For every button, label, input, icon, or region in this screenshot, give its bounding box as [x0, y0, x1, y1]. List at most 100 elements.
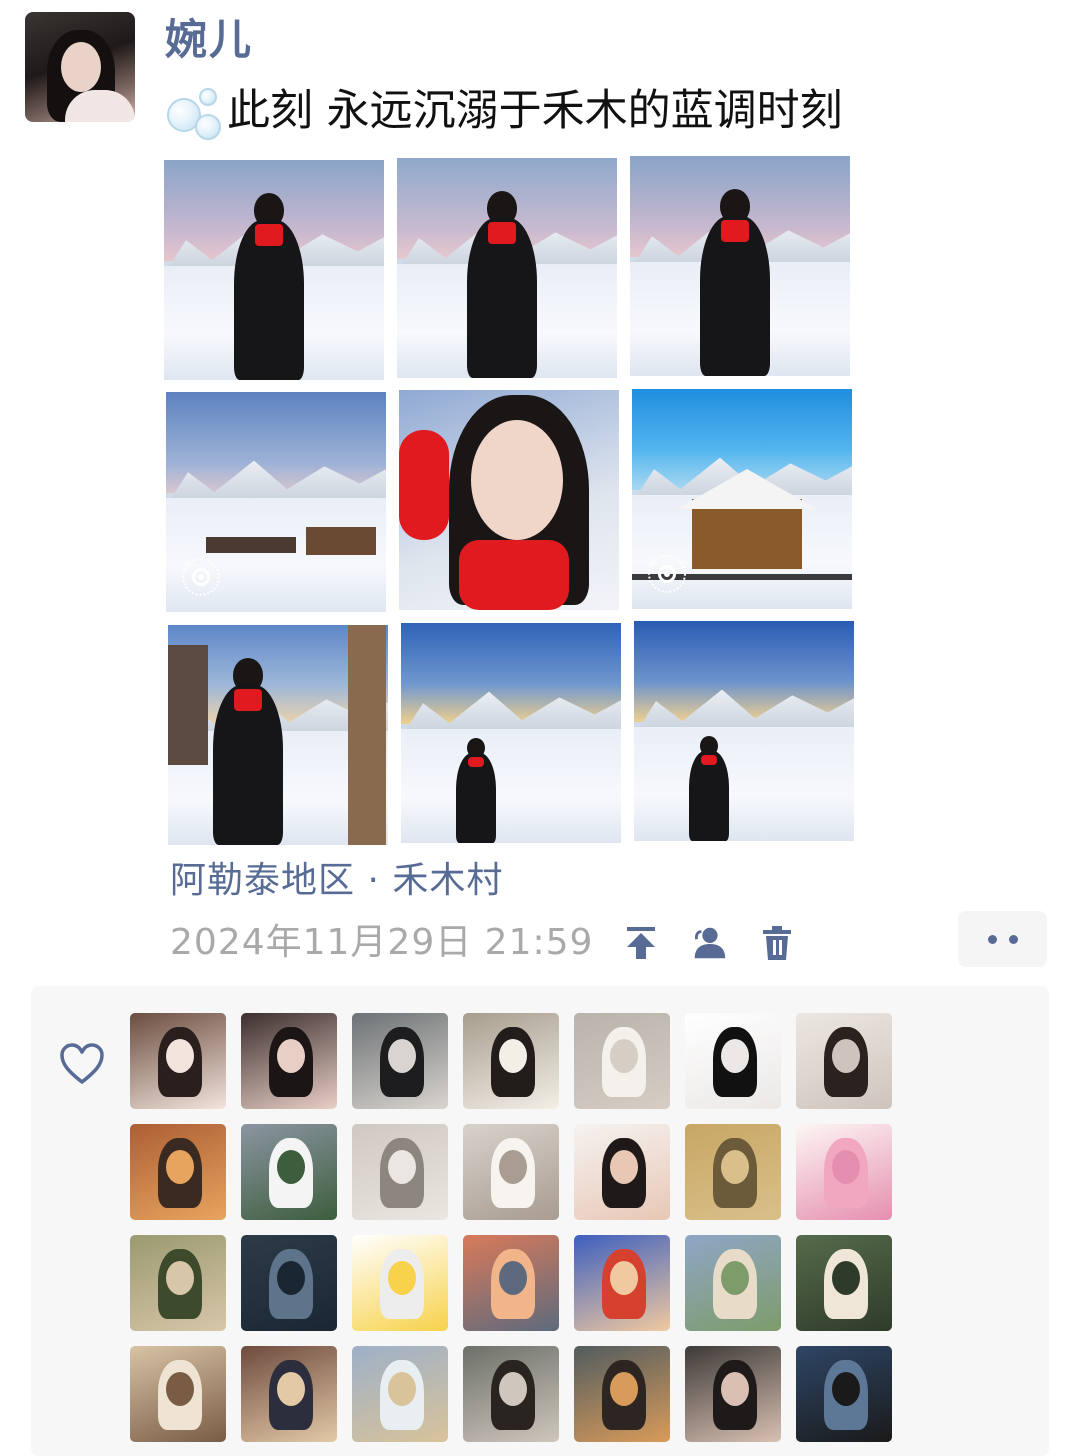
photo-sky [401, 623, 621, 725]
photo-thumbnail[interactable] [164, 160, 384, 380]
liker-avatar-face [277, 1372, 305, 1406]
photo-scarf [721, 220, 749, 242]
photo-glove [399, 430, 449, 540]
friends-visibility-icon[interactable] [689, 923, 729, 963]
photo-snow [634, 726, 854, 841]
liker-avatar[interactable] [796, 1346, 892, 1442]
photo-cabin [306, 527, 376, 555]
liker-avatar[interactable] [241, 1013, 337, 1109]
bubbles-emoji-icon [165, 84, 221, 140]
more-dots-icon[interactable] [958, 911, 1047, 967]
liker-avatar-face [610, 1039, 638, 1073]
liker-avatar[interactable] [796, 1013, 892, 1109]
liker-avatar-face [499, 1150, 527, 1184]
liker-avatar[interactable] [352, 1013, 448, 1109]
liker-avatar[interactable] [352, 1235, 448, 1331]
photo-scarf [468, 757, 484, 767]
photo-thumbnail[interactable] [397, 158, 617, 378]
photo-face [471, 420, 563, 540]
photo-thumbnail[interactable] [168, 625, 388, 845]
user-avatar[interactable] [25, 12, 135, 122]
more-dot [987, 934, 997, 944]
post-text: 此刻 永远沉溺于禾木的蓝调时刻 [165, 84, 843, 140]
more-dot [1008, 934, 1018, 944]
liker-avatar[interactable] [796, 1124, 892, 1220]
liker-avatar-face [277, 1150, 305, 1184]
live-photo-icon [648, 555, 686, 593]
photo-thumbnail[interactable] [399, 390, 619, 610]
liker-avatar-face [388, 1150, 416, 1184]
liker-avatar-face [166, 1039, 194, 1073]
photo-sky [634, 621, 854, 723]
liker-avatar-face [166, 1372, 194, 1406]
liker-avatar-face [832, 1150, 860, 1184]
liker-avatar[interactable] [574, 1235, 670, 1331]
liker-avatar[interactable] [463, 1346, 559, 1442]
liker-avatar[interactable] [685, 1235, 781, 1331]
photo-scarf [234, 689, 262, 711]
liker-avatar-face [721, 1261, 749, 1295]
photo-scarf [701, 755, 717, 765]
post-author-name[interactable]: 婉儿 [165, 14, 253, 66]
photo-thumbnail[interactable] [632, 389, 852, 609]
liker-avatar[interactable] [241, 1124, 337, 1220]
liker-avatar[interactable] [463, 1235, 559, 1331]
trash-icon[interactable] [757, 923, 797, 963]
liker-avatar[interactable] [130, 1013, 226, 1109]
live-photo-icon [182, 558, 220, 596]
photo-sky [166, 392, 386, 494]
liker-avatar[interactable] [574, 1124, 670, 1220]
liker-avatar-face [499, 1372, 527, 1406]
liker-avatar[interactable] [796, 1235, 892, 1331]
photo-cabin [206, 537, 296, 553]
photo-thumbnail[interactable] [634, 621, 854, 841]
pin-to-top-icon[interactable] [621, 923, 661, 963]
liker-avatar[interactable] [685, 1013, 781, 1109]
liker-avatar[interactable] [352, 1346, 448, 1442]
photo-scarf [488, 222, 516, 244]
liker-avatar[interactable] [130, 1346, 226, 1442]
liker-avatar[interactable] [241, 1346, 337, 1442]
liker-avatar-face [610, 1150, 638, 1184]
heart-outline-icon [60, 1043, 104, 1084]
liker-avatar[interactable] [685, 1124, 781, 1220]
liker-avatar-face [832, 1261, 860, 1295]
post-timestamp: 2024年11月29日 21:59 [170, 922, 594, 963]
liker-avatar[interactable] [241, 1235, 337, 1331]
liker-avatar-face [832, 1039, 860, 1073]
liker-avatar[interactable] [130, 1235, 226, 1331]
liker-avatar-face [721, 1150, 749, 1184]
avatar-face [61, 42, 101, 92]
liker-avatar-face [277, 1261, 305, 1295]
post-text-content: 此刻 永远沉溺于禾木的蓝调时刻 [227, 86, 843, 136]
liker-avatar[interactable] [574, 1013, 670, 1109]
liker-avatar[interactable] [574, 1346, 670, 1442]
liker-avatar-face [166, 1150, 194, 1184]
photo-scarf [255, 224, 283, 246]
liker-avatar-face [388, 1372, 416, 1406]
photo-post [348, 625, 386, 845]
photo-grid [164, 156, 854, 846]
photo-cabin [168, 645, 208, 765]
photo-scarf [459, 540, 569, 610]
liker-avatar[interactable] [685, 1346, 781, 1442]
liker-avatar-face [721, 1039, 749, 1073]
post-location[interactable]: 阿勒泰地区 · 禾木村 [170, 858, 503, 904]
photo-thumbnail[interactable] [166, 392, 386, 612]
liker-avatar[interactable] [463, 1013, 559, 1109]
liker-avatar-face [610, 1261, 638, 1295]
liker-avatar[interactable] [352, 1124, 448, 1220]
liker-avatar-face [277, 1039, 305, 1073]
photo-thumbnail[interactable] [630, 156, 850, 376]
liker-avatar-face [499, 1261, 527, 1295]
liker-avatar-face [499, 1039, 527, 1073]
liker-avatar-face [721, 1372, 749, 1406]
liker-avatar[interactable] [130, 1124, 226, 1220]
photo-cabin [692, 499, 802, 569]
liker-avatar-face [610, 1372, 638, 1406]
post-meta-row: 2024年11月29日 21:59 [170, 918, 797, 968]
liker-avatar-face [388, 1261, 416, 1295]
photo-thumbnail[interactable] [401, 623, 621, 843]
liker-avatar[interactable] [463, 1124, 559, 1220]
liker-avatar-face [388, 1039, 416, 1073]
